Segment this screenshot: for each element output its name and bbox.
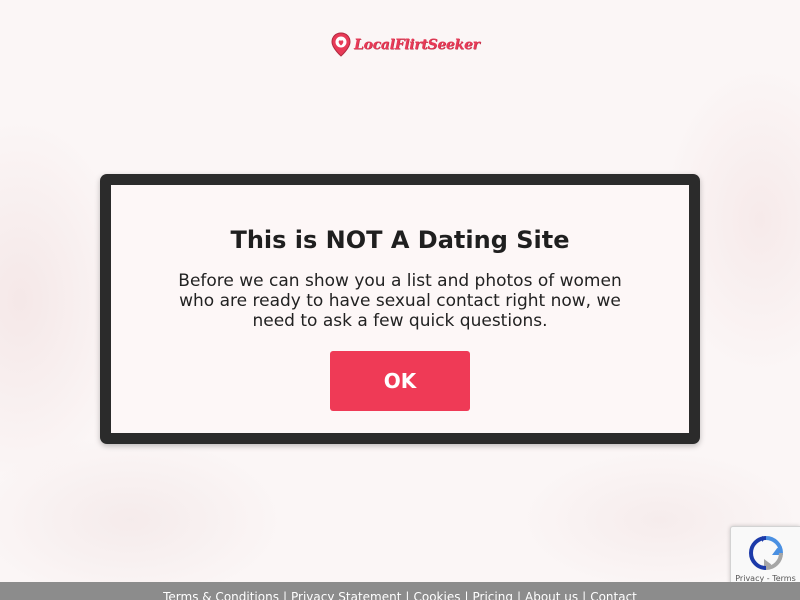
recaptcha-icon <box>748 536 783 571</box>
modal-message: Before we can show you a list and photos… <box>178 271 622 331</box>
footer-link-about[interactable]: About us <box>525 590 578 600</box>
footer-separator: | <box>464 590 469 600</box>
recaptcha-badge[interactable]: Privacy - Terms <box>730 526 800 586</box>
ok-button[interactable]: OK <box>330 351 470 411</box>
footer-separator: | <box>282 590 287 600</box>
footer-link-privacy[interactable]: Privacy Statement <box>291 590 401 600</box>
footer-link-pricing[interactable]: Pricing <box>473 590 513 600</box>
logo-text: LocalFlirtSeeker <box>354 37 480 53</box>
footer-separator: | <box>582 590 587 600</box>
footer-link-cookies[interactable]: Cookies <box>413 590 460 600</box>
footer-link-contact[interactable]: Contact <box>590 590 637 600</box>
modal-content: This is NOT A Dating Site Before we can … <box>111 185 689 433</box>
location-pin-heart-icon <box>331 32 351 57</box>
footer: Terms & Conditions | Privacy Statement | Coo… <box>0 582 800 600</box>
site-logo[interactable]: LocalFlirtSeeker <box>330 31 480 59</box>
footer-link-terms[interactable]: Terms & Conditions <box>163 590 279 600</box>
footer-separator: | <box>516 590 521 600</box>
modal-title: This is NOT A Dating Site <box>230 226 570 254</box>
footer-separator: | <box>405 590 410 600</box>
modal-dialog: This is NOT A Dating Site Before we can … <box>100 174 700 444</box>
